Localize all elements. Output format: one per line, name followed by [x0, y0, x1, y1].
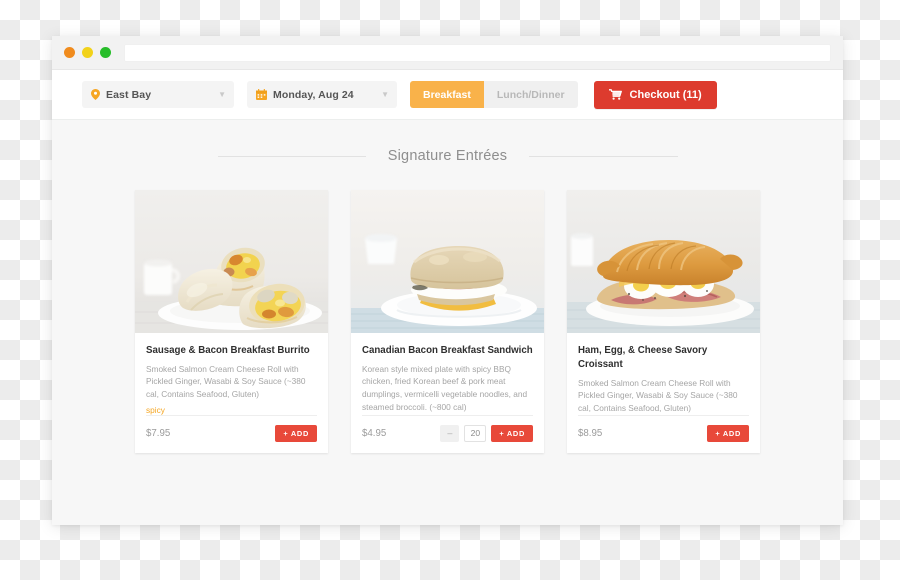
browser-titlebar	[52, 36, 843, 70]
menu-card[interactable]: Sausage & Bacon Breakfast Burrito Smoked…	[135, 190, 328, 453]
menu-item-image-croissant	[567, 190, 760, 333]
checkout-button[interactable]: Checkout (11)	[593, 80, 717, 109]
menu-card-footer: $7.95 + ADD	[146, 414, 317, 453]
menu-card[interactable]: Ham, Egg, & Cheese Savory Croissant Smok…	[567, 190, 760, 453]
address-bar-input[interactable]	[124, 43, 831, 62]
heading-rule-right	[529, 155, 678, 157]
maximize-window-button[interactable]	[100, 47, 111, 58]
menu-item-title: Canadian Bacon Breakfast Sandwich	[362, 345, 533, 356]
heading-rule-left	[217, 155, 366, 157]
menu-item-controls: – + ADD	[440, 424, 533, 442]
menu-card-body: Canadian Bacon Breakfast Sandwich Korean…	[351, 333, 544, 415]
shopping-cart-icon	[608, 89, 622, 100]
page-title: Signature Entrées	[387, 148, 508, 164]
location-select-value: East Bay	[106, 88, 152, 101]
menu-item-description: Smoked Salmon Cream Cheese Roll with Pic…	[146, 363, 306, 399]
meal-period-tabs: Breakfast Lunch/Dinner	[410, 81, 578, 108]
checkout-button-label: Checkout (11)	[629, 88, 702, 101]
add-to-cart-button[interactable]: + ADD	[707, 424, 749, 442]
menu-item-controls: + ADD	[275, 424, 317, 442]
tab-breakfast[interactable]: Breakfast	[410, 81, 484, 108]
calendar-icon	[256, 89, 267, 100]
menu-item-description: Smoked Salmon Cream Cheese Roll with Pic…	[578, 377, 738, 413]
menu-item-price: $4.95	[362, 427, 387, 439]
add-to-cart-button[interactable]: + ADD	[275, 424, 317, 442]
browser-window: East Bay ▼ Monday, Aug 24 ▼ Breakfast Lu…	[52, 36, 843, 525]
menu-item-price: $7.95	[146, 427, 171, 439]
menu-item-description: Korean style mixed plate with spicy BBQ …	[362, 363, 528, 412]
date-select-value: Monday, Aug 24	[273, 88, 354, 101]
menu-card-grid: Sausage & Bacon Breakfast Burrito Smoked…	[52, 190, 843, 453]
date-select[interactable]: Monday, Aug 24 ▼	[247, 81, 397, 108]
menu-item-controls: + ADD	[707, 424, 749, 442]
tab-lunch-dinner[interactable]: Lunch/Dinner	[483, 81, 578, 108]
menu-card-footer: $4.95 – + ADD	[362, 414, 533, 453]
menu-item-image-burrito	[135, 190, 328, 333]
chevron-down-icon: ▼	[381, 89, 389, 99]
minimize-window-button[interactable]	[82, 47, 93, 58]
section-heading: Signature Entrées	[217, 148, 678, 164]
chevron-down-icon: ▼	[218, 89, 226, 99]
add-to-cart-button[interactable]: + ADD	[491, 424, 533, 442]
menu-item-title: Ham, Egg, & Cheese Savory Croissant	[578, 345, 708, 370]
app-toolbar: East Bay ▼ Monday, Aug 24 ▼ Breakfast Lu…	[52, 70, 843, 120]
menu-card-body: Ham, Egg, & Cheese Savory Croissant Smok…	[567, 333, 760, 415]
menu-card-footer: $8.95 + ADD	[578, 414, 749, 453]
location-select[interactable]: East Bay ▼	[82, 81, 234, 108]
menu-item-price: $8.95	[578, 427, 603, 439]
menu-item-image-breakfast-sandwich	[351, 190, 544, 333]
window-controls	[64, 47, 111, 58]
menu-item-title: Sausage & Bacon Breakfast Burrito	[146, 345, 310, 356]
decrease-quantity-button[interactable]: –	[440, 424, 460, 442]
menu-page: Signature Entrées Sausage & Bacon Breakf…	[52, 120, 843, 525]
menu-item-tag-spicy: spicy	[146, 404, 165, 415]
quantity-input[interactable]	[464, 424, 487, 442]
menu-card[interactable]: Canadian Bacon Breakfast Sandwich Korean…	[351, 190, 544, 453]
location-pin-icon	[91, 89, 100, 100]
close-window-button[interactable]	[64, 47, 75, 58]
menu-card-body: Sausage & Bacon Breakfast Burrito Smoked…	[135, 333, 328, 415]
